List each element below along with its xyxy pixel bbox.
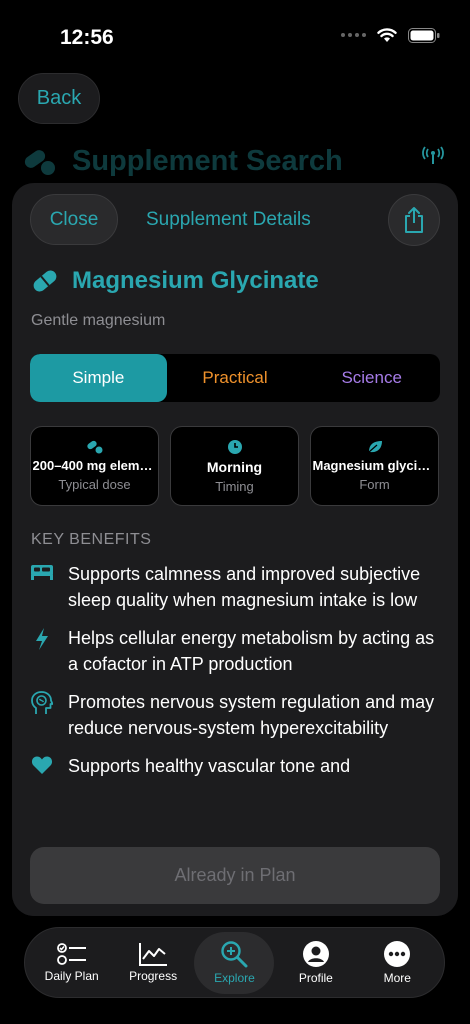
cellular-signal-icon bbox=[341, 33, 366, 37]
info-cards: 200–400 mg eleme... Typical dose Morning… bbox=[30, 426, 440, 506]
segment-science[interactable]: Science bbox=[303, 354, 440, 402]
benefit-text: Promotes nervous system regulation and m… bbox=[68, 692, 435, 738]
benefit-item: Supports calmness and improved subjectiv… bbox=[30, 561, 442, 613]
leaf-icon bbox=[368, 441, 382, 453]
timing-card: Morning Timing bbox=[170, 426, 299, 506]
antenna-icon bbox=[422, 146, 444, 164]
benefit-item: Helps cellular energy metabolism by acti… bbox=[30, 625, 442, 677]
capsule-icon bbox=[33, 270, 57, 292]
tab-bar: Daily Plan Progress Explore Profile More bbox=[24, 927, 445, 998]
background-title-text: Supplement Search bbox=[72, 145, 343, 177]
sheet-header: Close Supplement Details bbox=[12, 183, 458, 255]
sheet-title: Supplement Details bbox=[146, 209, 311, 230]
tab-more[interactable]: More bbox=[357, 932, 437, 994]
share-icon bbox=[405, 207, 423, 233]
tab-label: More bbox=[383, 971, 411, 985]
pills-icon bbox=[86, 440, 102, 454]
benefit-text: Helps cellular energy metabolism by acti… bbox=[68, 628, 435, 674]
key-benefits-header: KEY BENEFITS bbox=[31, 531, 152, 548]
search-icon bbox=[221, 941, 248, 968]
tab-label: Explore bbox=[214, 971, 255, 985]
battery-icon bbox=[408, 27, 440, 43]
background-page-title: Supplement Search bbox=[22, 145, 343, 178]
chart-icon bbox=[139, 943, 168, 966]
ellipsis-icon bbox=[384, 941, 411, 967]
already-in-plan-button[interactable]: Already in Plan bbox=[30, 847, 440, 904]
tab-label: Profile bbox=[298, 971, 333, 985]
bolt-icon bbox=[36, 628, 48, 650]
segment-simple[interactable]: Simple bbox=[30, 354, 167, 402]
share-button[interactable] bbox=[388, 194, 440, 246]
person-icon bbox=[302, 941, 329, 967]
form-label: Form bbox=[359, 477, 390, 492]
supplement-subtitle: Gentle magnesium bbox=[31, 312, 166, 329]
benefit-text: Supports healthy vascular tone and bbox=[68, 756, 351, 776]
supplement-name-row: Magnesium Glycinate bbox=[30, 266, 319, 296]
tab-explore[interactable]: Explore bbox=[194, 931, 275, 994]
clock-icon bbox=[227, 439, 242, 454]
typical-dose-value: 200–400 mg eleme... bbox=[32, 458, 157, 473]
typical-dose-label: Typical dose bbox=[58, 477, 131, 492]
tab-progress[interactable]: Progress bbox=[113, 932, 193, 994]
tab-profile[interactable]: Profile bbox=[276, 932, 356, 994]
tab-label: Progress bbox=[129, 969, 178, 983]
pills-icon bbox=[24, 149, 55, 175]
benefit-item: Promotes nervous system regulation and m… bbox=[30, 689, 442, 741]
detail-level-segmented-control[interactable]: Simple Practical Science bbox=[30, 354, 440, 402]
status-bar: 12:56 bbox=[0, 0, 470, 70]
tab-label: Daily Plan bbox=[44, 969, 99, 983]
wifi-icon bbox=[377, 28, 397, 42]
status-time: 12:56 bbox=[60, 26, 114, 49]
tab-daily-plan[interactable]: Daily Plan bbox=[32, 932, 112, 994]
benefits-list: Supports calmness and improved subjectiv… bbox=[30, 561, 442, 791]
status-icons bbox=[341, 27, 440, 43]
segment-practical[interactable]: Practical bbox=[167, 354, 304, 402]
supplement-name: Magnesium Glycinate bbox=[72, 267, 319, 294]
close-button[interactable]: Close bbox=[30, 194, 118, 245]
timing-value: Morning bbox=[206, 458, 263, 475]
back-button[interactable]: Back bbox=[18, 73, 100, 124]
benefit-item: Supports healthy vascular tone and bbox=[30, 753, 442, 779]
checklist-icon bbox=[56, 943, 86, 965]
typical-dose-card: 200–400 mg eleme... Typical dose bbox=[30, 426, 159, 506]
supplement-details-sheet: Close Supplement Details Magnesium Glyci… bbox=[12, 183, 458, 916]
brain-head-icon bbox=[31, 691, 53, 714]
heart-icon bbox=[31, 756, 53, 774]
form-value: Magnesium glycina... bbox=[312, 458, 437, 473]
benefit-text: Supports calmness and improved subjectiv… bbox=[68, 564, 421, 610]
form-card: Magnesium glycina... Form bbox=[310, 426, 439, 506]
bed-icon bbox=[31, 565, 53, 580]
timing-label: Timing bbox=[215, 478, 254, 494]
